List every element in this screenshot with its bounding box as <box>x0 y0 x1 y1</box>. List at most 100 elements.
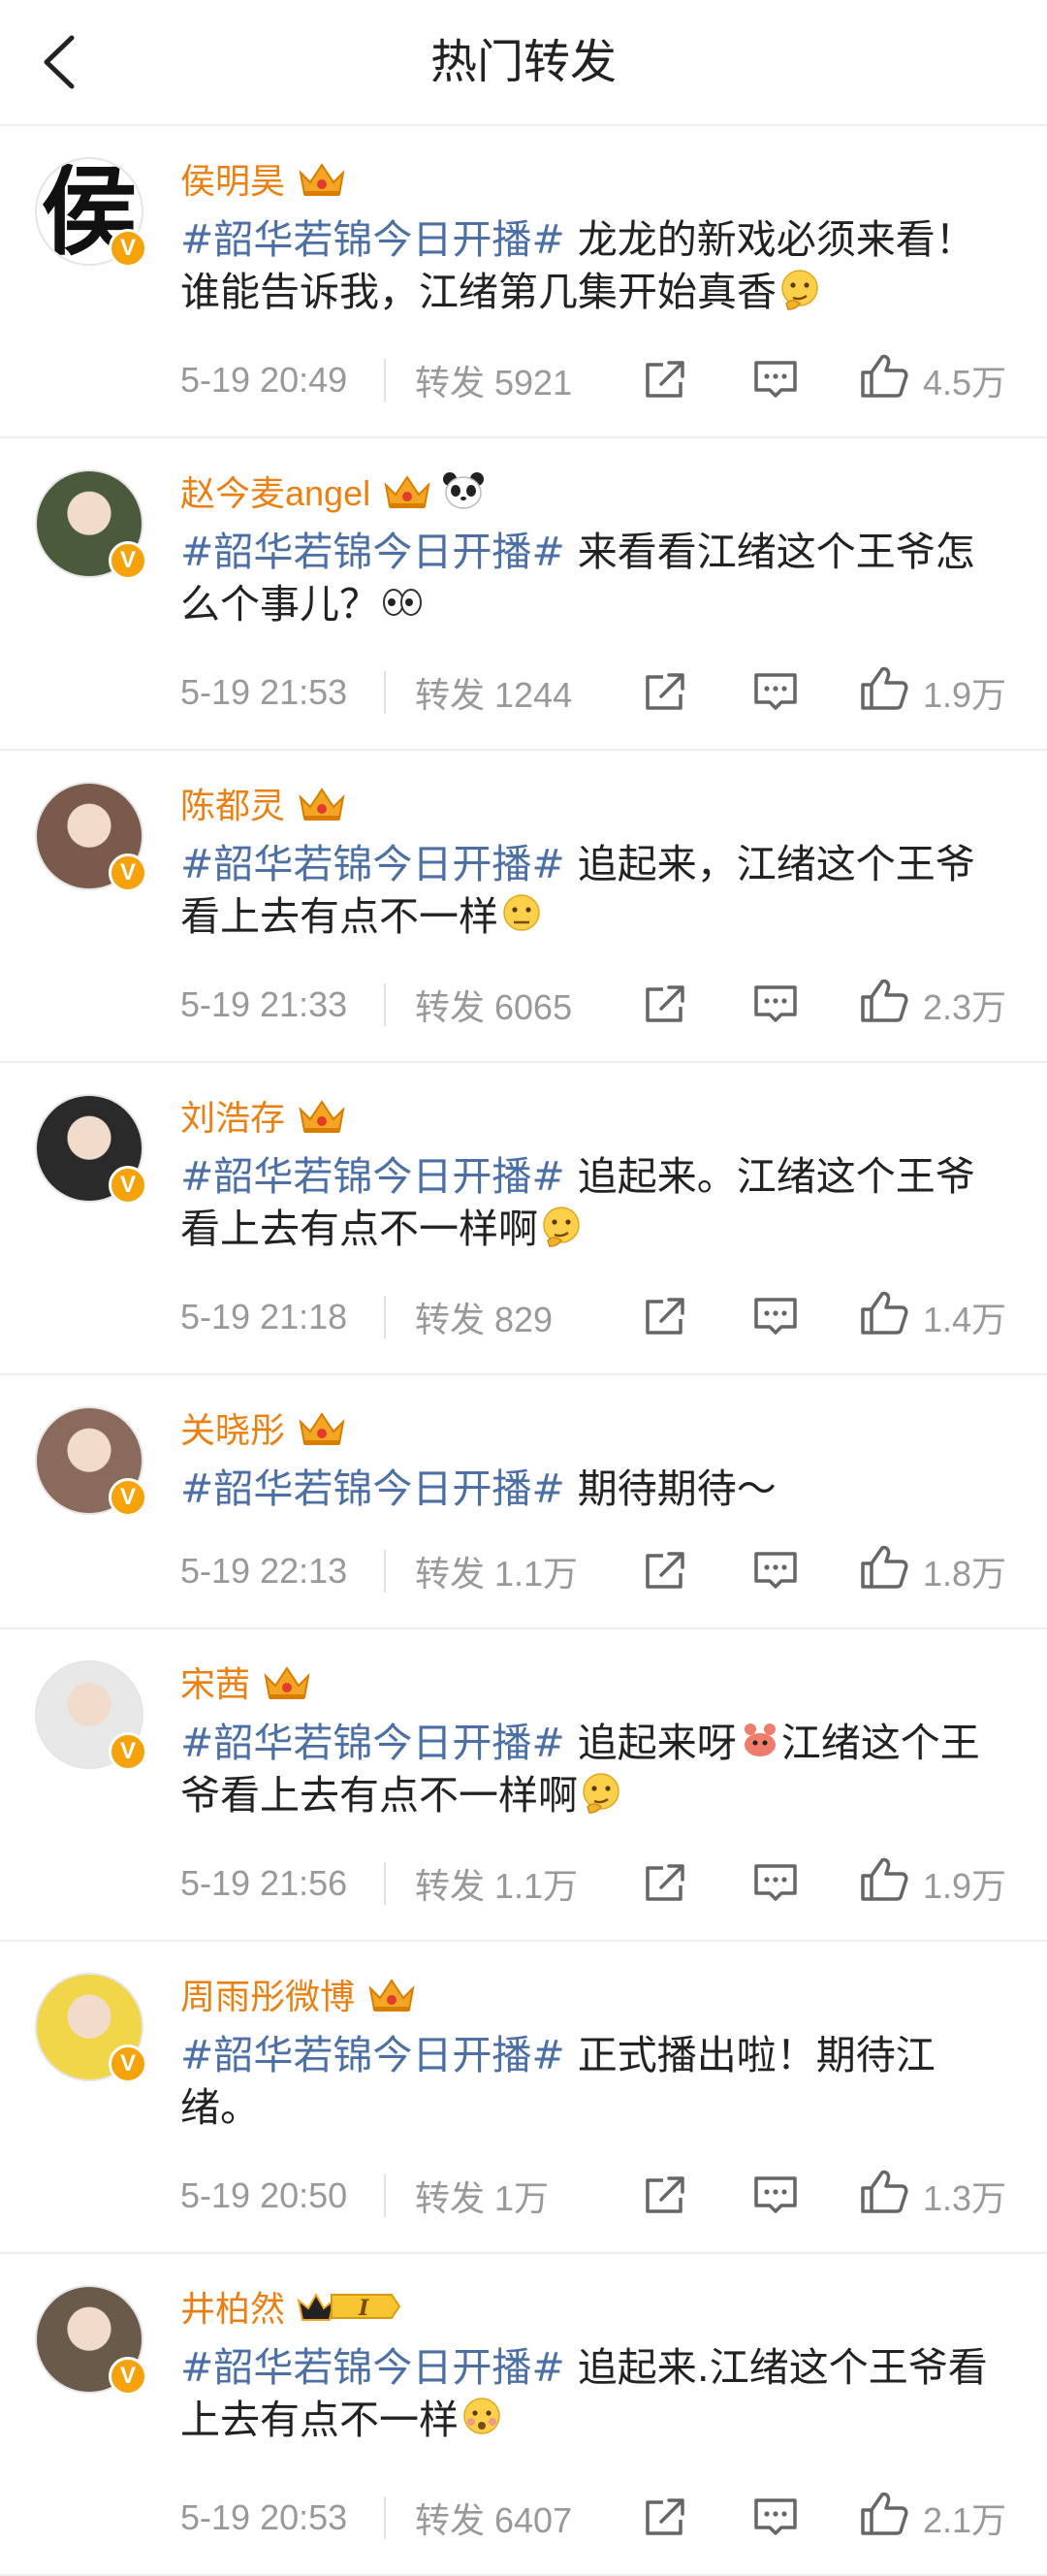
like-button[interactable]: 2.1万 <box>859 2489 1006 2547</box>
avatar[interactable]: V <box>35 1094 147 1205</box>
post-body: 宋茜 #韶华若锦今日开播# 追起来呀 江绪这个王爷看上去有点不一样啊 <box>180 1655 1014 1821</box>
verified-v-icon: V <box>109 1166 147 1205</box>
thumbs-up-icon <box>859 1544 909 1599</box>
post-footer: 5-19 21:56 转发 1.1万 1.9万 <box>180 1854 1047 1913</box>
crown-icon <box>297 159 347 198</box>
divider <box>384 1550 386 1593</box>
thumbs-up-icon <box>859 1290 909 1345</box>
verified-v-icon: V <box>109 1478 147 1517</box>
divider <box>384 671 386 714</box>
post-time: 5-19 21:56 <box>180 1863 348 1903</box>
username[interactable]: 刘浩存 <box>180 1090 285 1141</box>
topic-hashtag[interactable]: #韶华若锦今日开播# <box>180 2344 565 2391</box>
list-item[interactable]: V 关晓彤 #韶华若锦今日开播# 期待期待～ 5-19 22:13 转发 1.1万 1.8… <box>0 1375 1047 1629</box>
crown-icon <box>382 471 432 510</box>
avatar[interactable]: V <box>35 1660 147 1771</box>
username[interactable]: 关晓彤 <box>180 1402 285 1453</box>
post-body: 刘浩存 #韶华若锦今日开播# 追起来。江绪这个王爷看上去有点不一样啊 <box>180 1088 1014 1255</box>
thinking-emoji-icon <box>580 1772 622 1815</box>
share-icon[interactable] <box>642 2496 688 2539</box>
like-button[interactable]: 1.9万 <box>859 1854 1006 1913</box>
like-button[interactable]: 4.5万 <box>859 351 1006 409</box>
list-item[interactable]: V 宋茜 #韶华若锦今日开播# 追起来呀 江绪这个王爷看上去有点不一样啊 5-19 21… <box>0 1629 1047 1942</box>
divider <box>384 2174 386 2217</box>
username[interactable]: 井柏然 <box>180 2281 285 2332</box>
like-button[interactable]: 2.3万 <box>859 976 1006 1034</box>
comment-icon[interactable] <box>752 671 799 714</box>
avatar[interactable]: V <box>35 2285 147 2396</box>
post-text: #韶华若锦今日开播# 追起来.江绪这个王爷看上去有点不一样 <box>180 2341 1014 2446</box>
thumbs-up-icon <box>859 978 909 1033</box>
comment-icon[interactable] <box>752 1296 799 1338</box>
topic-hashtag[interactable]: #韶华若锦今日开播# <box>180 1465 565 1512</box>
thumbs-up-icon <box>859 1856 909 1912</box>
post-footer: 5-19 20:53 转发 6407 2.1万 <box>180 2489 1047 2547</box>
share-icon[interactable] <box>642 1862 688 1905</box>
comment-icon[interactable] <box>752 1550 799 1593</box>
avatar[interactable]: 侯V <box>35 157 147 268</box>
like-button[interactable]: 1.9万 <box>859 663 1006 722</box>
topic-hashtag[interactable]: #韶华若锦今日开播# <box>180 1720 565 1766</box>
thumbs-up-icon <box>859 353 909 408</box>
repost-count: 转发 1.1万 <box>415 1866 579 1906</box>
avatar[interactable]: V <box>35 1973 147 2083</box>
svg-text:I: I <box>358 2296 369 2321</box>
list-item[interactable]: V 陈都灵 #韶华若锦今日开播# 追起来，江绪这个王爷看上去有点不一样 5-19 21… <box>0 751 1047 1063</box>
username[interactable]: 赵今麦angel <box>180 466 370 516</box>
like-button[interactable]: 1.8万 <box>859 1542 1006 1600</box>
list-item[interactable]: V 赵今麦angel #韶华若锦今日开播# 来看看江绪这个王爷怎么个事儿？ 5-19 … <box>0 438 1047 751</box>
crown-icon <box>297 784 347 822</box>
name-row: 侯明昊 <box>180 151 1014 206</box>
comment-icon[interactable] <box>752 359 799 402</box>
topic-hashtag[interactable]: #韶华若锦今日开播# <box>180 216 565 263</box>
divider <box>384 2496 386 2539</box>
share-icon[interactable] <box>642 1296 688 1338</box>
name-row: 周雨彤微博 <box>180 1967 1014 2021</box>
share-icon[interactable] <box>642 2174 688 2217</box>
list-item[interactable]: V 刘浩存 #韶华若锦今日开播# 追起来。江绪这个王爷看上去有点不一样啊 5-19 2… <box>0 1063 1047 1375</box>
list-item[interactable]: V 井柏然 I #韶华若锦今日开播# 追起来.江绪这个王爷看上去有点不一样 5-19 2… <box>0 2254 1047 2576</box>
username[interactable]: 陈都灵 <box>180 778 285 828</box>
thumbs-up-icon <box>859 665 909 721</box>
like-count: 1.3万 <box>923 2178 1007 2218</box>
crown-icon <box>262 1662 312 1701</box>
verified-v-icon: V <box>109 2357 147 2396</box>
thinking-emoji-icon <box>778 269 821 311</box>
like-button[interactable]: 1.3万 <box>859 2167 1006 2225</box>
crab-emoji-icon <box>739 1720 781 1762</box>
post-text: #韶华若锦今日开播# 期待期待～ <box>180 1463 1014 1515</box>
like-button[interactable]: 1.4万 <box>859 1288 1006 1346</box>
topic-hashtag[interactable]: #韶华若锦今日开播# <box>180 1153 565 1200</box>
topic-hashtag[interactable]: #韶华若锦今日开播# <box>180 2032 565 2078</box>
comment-icon[interactable] <box>752 983 799 1026</box>
comment-icon[interactable] <box>752 2174 799 2217</box>
username[interactable]: 周雨彤微博 <box>180 1969 355 2019</box>
username[interactable]: 侯明昊 <box>180 153 285 204</box>
comment-icon[interactable] <box>752 2496 799 2539</box>
username[interactable]: 宋茜 <box>180 1657 250 1707</box>
post-body: 井柏然 I #韶华若锦今日开播# 追起来.江绪这个王爷看上去有点不一样 <box>180 2279 1014 2446</box>
thumbs-up-icon <box>859 2169 909 2224</box>
topic-hashtag[interactable]: #韶华若锦今日开播# <box>180 529 565 575</box>
share-icon[interactable] <box>642 671 688 714</box>
avatar[interactable]: V <box>35 782 147 892</box>
list-item[interactable]: 侯 V 侯明昊 #韶华若锦今日开播# 龙龙的新戏必须来看！谁能告诉我，江绪第几集开始真… <box>0 126 1047 438</box>
avatar[interactable]: V <box>35 469 147 580</box>
share-icon[interactable] <box>642 1550 688 1593</box>
avatar[interactable]: V <box>35 1406 147 1517</box>
divider <box>384 359 386 402</box>
share-icon[interactable] <box>642 359 688 402</box>
post-time: 5-19 21:53 <box>180 672 348 712</box>
post-text: #韶华若锦今日开播# 追起来，江绪这个王爷看上去有点不一样 <box>180 838 1014 943</box>
name-row: 赵今麦angel <box>180 464 1014 518</box>
topic-hashtag[interactable]: #韶华若锦今日开播# <box>180 841 565 887</box>
list-item[interactable]: V 周雨彤微博 #韶华若锦今日开播# 正式播出啦！期待江绪。 5-19 20:50 转发… <box>0 1942 1047 2254</box>
post-body: 侯明昊 #韶华若锦今日开播# 龙龙的新戏必须来看！谁能告诉我，江绪第几集开始真香 <box>180 151 1014 318</box>
verified-v-icon: V <box>109 2045 147 2083</box>
post-body: 陈都灵 #韶华若锦今日开播# 追起来，江绪这个王爷看上去有点不一样 <box>180 776 1014 943</box>
share-icon[interactable] <box>642 983 688 1026</box>
like-count: 1.8万 <box>923 1554 1007 1594</box>
comment-icon[interactable] <box>752 1862 799 1905</box>
post-time: 5-19 20:50 <box>180 2175 348 2215</box>
like-count: 2.3万 <box>923 987 1007 1027</box>
